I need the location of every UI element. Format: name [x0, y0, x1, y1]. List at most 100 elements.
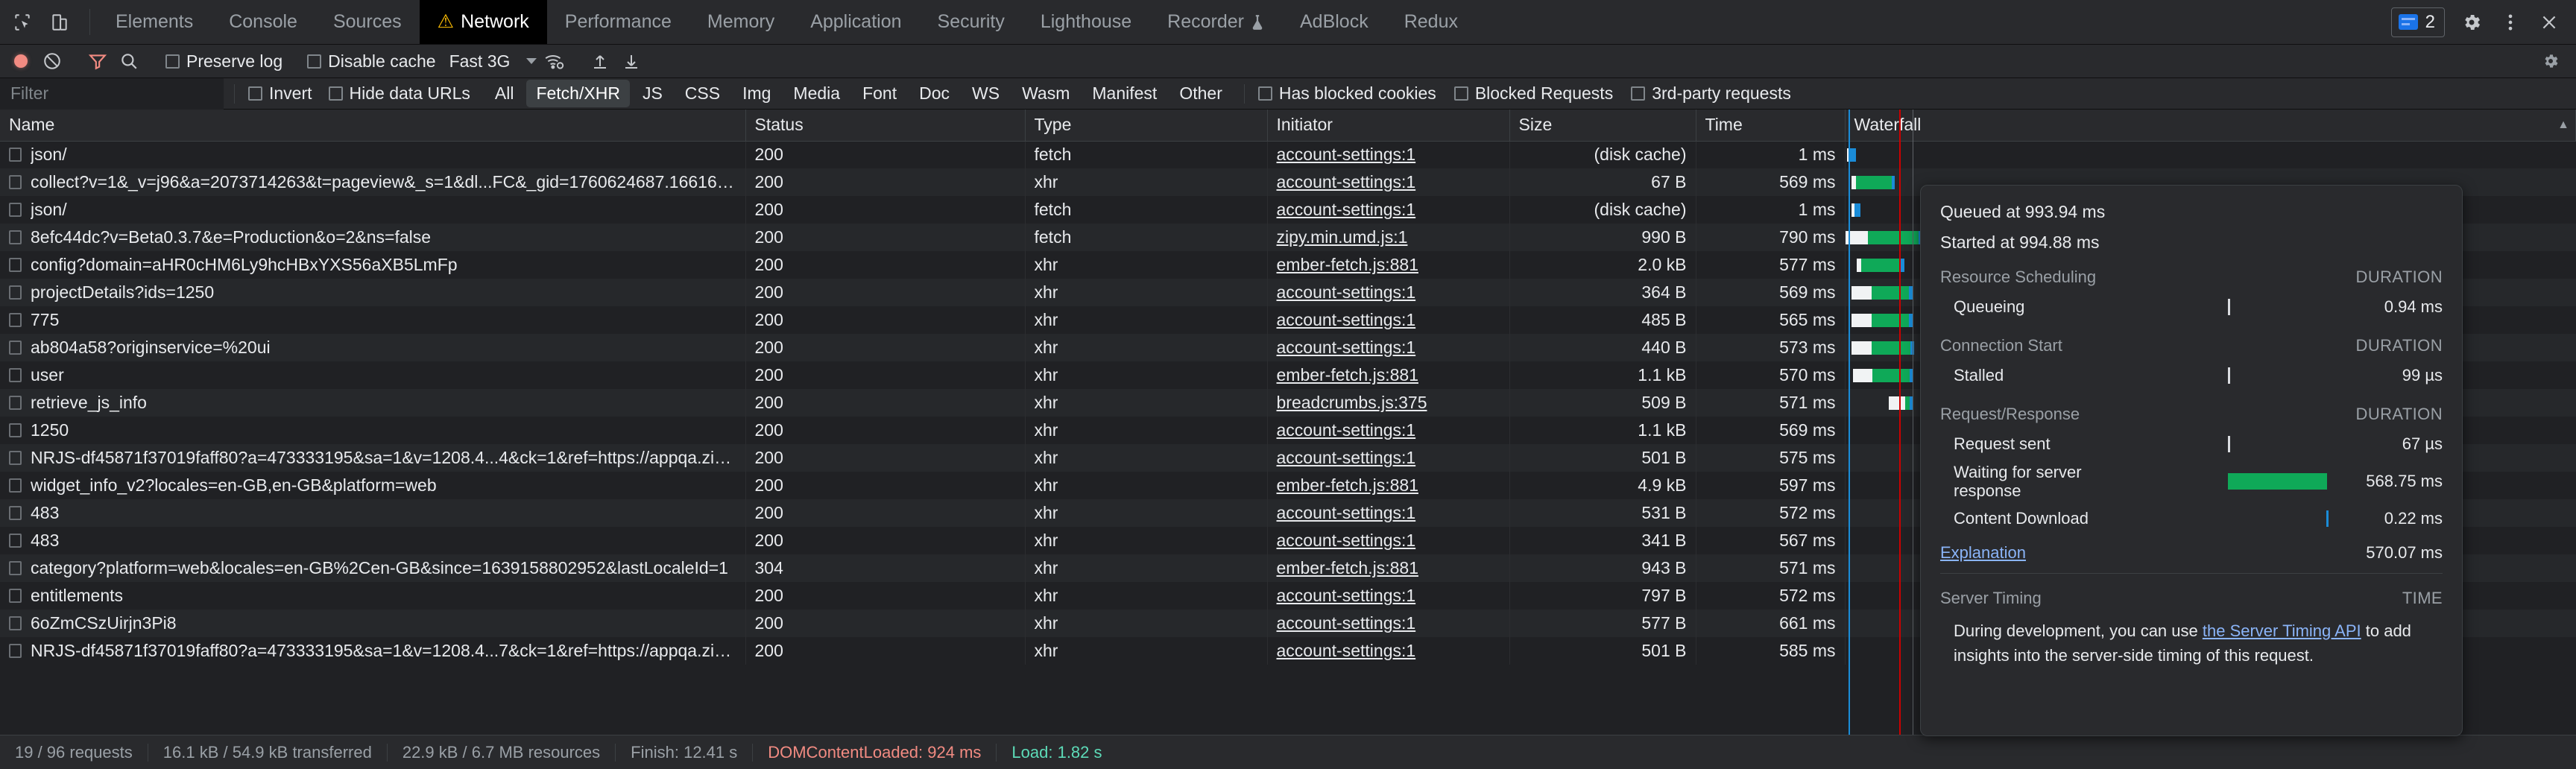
cell-name[interactable]: category?platform=web&locales=en-GB%2Cen…	[0, 554, 746, 582]
row-checkbox-icon[interactable]	[9, 451, 22, 465]
initiator-link[interactable]: account-settings:1	[1277, 310, 1416, 329]
filter-type-other[interactable]: Other	[1169, 80, 1232, 107]
tab-application[interactable]: Application	[792, 0, 919, 44]
invert-checkbox[interactable]: Invert	[245, 83, 315, 104]
cell-initiator[interactable]: ember-fetch.js:881	[1267, 472, 1510, 499]
cell-initiator[interactable]: account-settings:1	[1267, 279, 1510, 306]
waterfall-scroll-icon[interactable]: ▲	[2557, 118, 2569, 132]
blocked-requests-checkbox[interactable]: Blocked Requests	[1451, 83, 1616, 104]
filter-type-all[interactable]: All	[485, 80, 524, 107]
column-header-status[interactable]: Status	[745, 110, 1026, 142]
column-header-time[interactable]: Time	[1696, 110, 1846, 142]
cell-initiator[interactable]: account-settings:1	[1267, 444, 1510, 472]
row-checkbox-icon[interactable]	[9, 616, 22, 630]
column-header-name[interactable]: Name	[0, 110, 746, 142]
cell-name[interactable]: json/	[0, 196, 746, 224]
initiator-link[interactable]: account-settings:1	[1277, 200, 1416, 219]
cell-name[interactable]: NRJS-df45871f37019faff80?a=473333195&sa=…	[0, 444, 746, 472]
search-button[interactable]	[114, 47, 144, 75]
initiator-link[interactable]: account-settings:1	[1277, 613, 1416, 633]
cell-initiator[interactable]: account-settings:1	[1267, 527, 1510, 554]
row-checkbox-icon[interactable]	[9, 258, 22, 272]
initiator-link[interactable]: zipy.min.umd.js:1	[1277, 227, 1408, 247]
tab-elements[interactable]: Elements	[98, 0, 211, 44]
export-har-button[interactable]	[616, 47, 646, 75]
cell-initiator[interactable]: account-settings:1	[1267, 334, 1510, 361]
server-timing-api-link[interactable]: the Server Timing API	[2203, 621, 2361, 640]
row-checkbox-icon[interactable]	[9, 396, 22, 410]
cell-name[interactable]: 483	[0, 499, 746, 527]
column-header-size[interactable]: Size	[1509, 110, 1696, 142]
row-checkbox-icon[interactable]	[9, 313, 22, 327]
tab-sources[interactable]: Sources	[315, 0, 420, 44]
initiator-link[interactable]: account-settings:1	[1277, 420, 1416, 440]
filter-type-media[interactable]: Media	[783, 80, 850, 107]
cell-initiator[interactable]: ember-fetch.js:881	[1267, 554, 1510, 582]
table-row[interactable]: json/200 fetch account-settings:1 (disk cac…	[0, 141, 2576, 168]
row-checkbox-icon[interactable]	[9, 230, 22, 244]
cell-initiator[interactable]: account-settings:1	[1267, 141, 1510, 168]
tab-console[interactable]: Console	[211, 0, 315, 44]
cell-name[interactable]: json/	[0, 141, 746, 168]
row-checkbox-icon[interactable]	[9, 175, 22, 189]
filter-input[interactable]	[0, 77, 224, 110]
initiator-link[interactable]: ember-fetch.js:881	[1277, 365, 1418, 384]
cell-waterfall[interactable]	[1845, 141, 2576, 168]
cell-name[interactable]: 483	[0, 527, 746, 554]
device-toolbar-icon[interactable]	[42, 4, 78, 40]
close-devtools-icon[interactable]	[2531, 4, 2567, 40]
cell-initiator[interactable]: account-settings:1	[1267, 306, 1510, 334]
initiator-link[interactable]: ember-fetch.js:881	[1277, 255, 1418, 274]
explanation-link[interactable]: Explanation	[1940, 543, 2026, 563]
row-checkbox-icon[interactable]	[9, 506, 22, 520]
cell-initiator[interactable]: ember-fetch.js:881	[1267, 361, 1510, 389]
tab-performance[interactable]: Performance	[547, 0, 689, 44]
import-har-button[interactable]	[585, 47, 615, 75]
cell-name[interactable]: 6oZmCSzUirjn3Pi8	[0, 610, 746, 637]
cell-name[interactable]: retrieve_js_info	[0, 389, 746, 417]
disable-cache-checkbox[interactable]: Disable cache	[304, 51, 438, 72]
filter-type-font[interactable]: Font	[853, 80, 906, 107]
filter-type-ws[interactable]: WS	[962, 80, 1009, 107]
cell-initiator[interactable]: ember-fetch.js:881	[1267, 251, 1510, 279]
third-party-requests-checkbox[interactable]: 3rd-party requests	[1628, 83, 1794, 104]
cell-name[interactable]: 1250	[0, 417, 746, 444]
cell-name[interactable]: entitlements	[0, 582, 746, 610]
initiator-link[interactable]: account-settings:1	[1277, 338, 1416, 357]
filter-toggle[interactable]	[83, 47, 113, 75]
cell-name[interactable]: collect?v=1&_v=j96&a=2073714263&t=pagevi…	[0, 168, 746, 196]
column-header-initiator[interactable]: Initiator	[1267, 110, 1510, 142]
inspect-element-icon[interactable]	[4, 4, 40, 40]
row-checkbox-icon[interactable]	[9, 203, 22, 217]
row-checkbox-icon[interactable]	[9, 368, 22, 382]
cell-name[interactable]: config?domain=aHR0cHM6Ly9hcHBxYXS56aXB5L…	[0, 251, 746, 279]
cell-name[interactable]: 8efc44dc?v=Beta0.3.7&e=Production&o=2&ns…	[0, 224, 746, 251]
filter-type-js[interactable]: JS	[633, 80, 672, 107]
cell-name[interactable]: ab804a58?originservice=%20ui	[0, 334, 746, 361]
cell-initiator[interactable]: account-settings:1	[1267, 499, 1510, 527]
filter-type-fetch-xhr[interactable]: Fetch/XHR	[526, 80, 630, 107]
initiator-link[interactable]: account-settings:1	[1277, 282, 1416, 302]
initiator-link[interactable]: account-settings:1	[1277, 503, 1416, 522]
row-checkbox-icon[interactable]	[9, 148, 22, 162]
tab-redux[interactable]: Redux	[1386, 0, 1476, 44]
row-checkbox-icon[interactable]	[9, 423, 22, 437]
filter-type-doc[interactable]: Doc	[909, 80, 959, 107]
initiator-link[interactable]: account-settings:1	[1277, 531, 1416, 550]
tab-memory[interactable]: Memory	[689, 0, 792, 44]
column-header-waterfall[interactable]: Waterfall ▲	[1845, 110, 2576, 142]
cell-initiator[interactable]: account-settings:1	[1267, 582, 1510, 610]
filter-type-css[interactable]: CSS	[675, 80, 730, 107]
cell-name[interactable]: NRJS-df45871f37019faff80?a=473333195&sa=…	[0, 637, 746, 665]
row-checkbox-icon[interactable]	[9, 478, 22, 493]
tab-network[interactable]: ⚠ Network	[419, 0, 547, 44]
throttling-dropdown[interactable]: Fast 3G	[449, 51, 537, 72]
row-checkbox-icon[interactable]	[9, 589, 22, 603]
cell-initiator[interactable]: account-settings:1	[1267, 196, 1510, 224]
initiator-link[interactable]: ember-fetch.js:881	[1277, 475, 1418, 495]
column-header-type[interactable]: Type	[1025, 110, 1268, 142]
more-options-icon[interactable]	[2493, 4, 2528, 40]
cell-initiator[interactable]: account-settings:1	[1267, 610, 1510, 637]
filter-type-wasm[interactable]: Wasm	[1012, 80, 1079, 107]
row-checkbox-icon[interactable]	[9, 534, 22, 548]
